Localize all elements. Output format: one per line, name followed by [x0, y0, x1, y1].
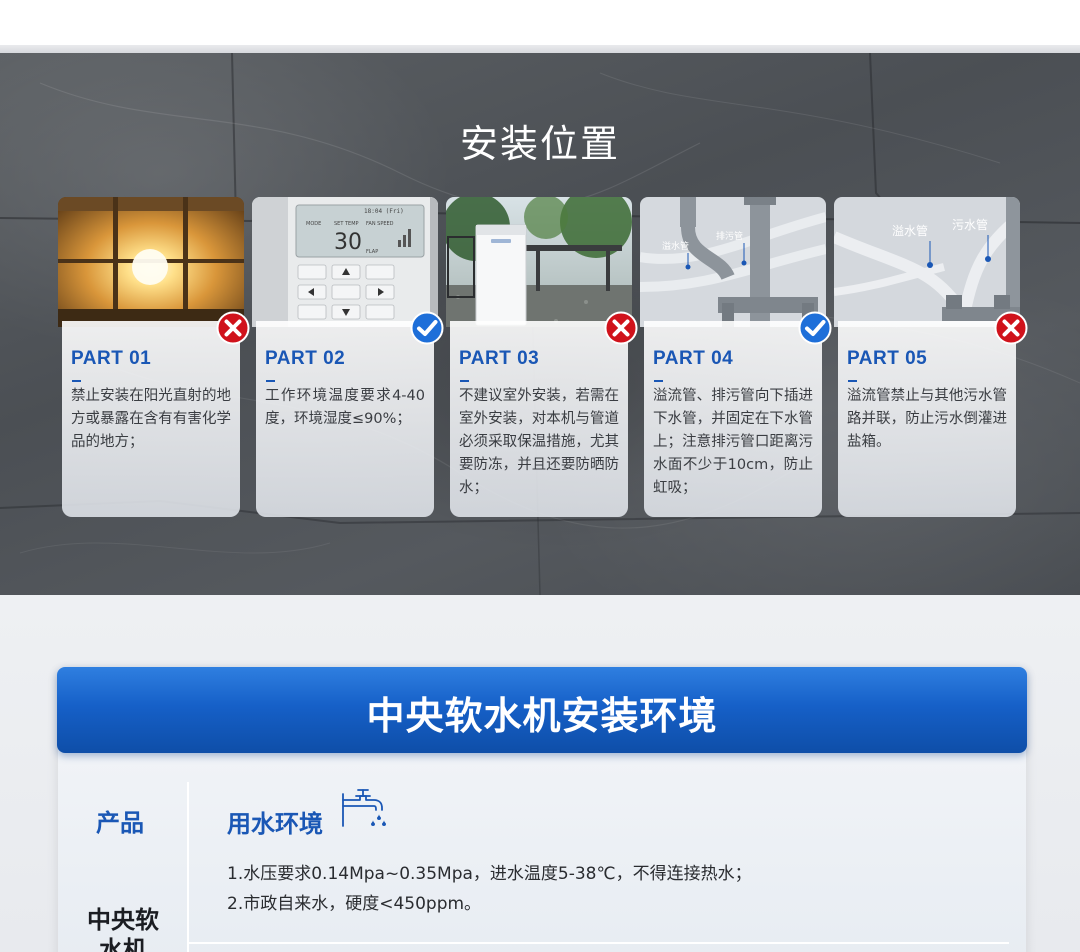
- allowed-check-icon: [410, 311, 444, 345]
- sewage-pipes-photo: 溢水管 污水管: [834, 197, 1020, 327]
- part-description: 不建议室外安装，若需在室外安装，对本机与管道必须采取保温措施，尤其要防冻，并且还…: [459, 388, 619, 496]
- part-label: PART 05: [847, 348, 928, 369]
- prohibited-icon: [604, 311, 638, 345]
- photo-label-drain: 排污管: [716, 230, 743, 242]
- install-card-02: 18:04 (Fri) MODE SET TEMP FAN SPEED 30 F…: [252, 197, 444, 517]
- top-strip: [0, 0, 1080, 45]
- thermostat-panel-photo: 18:04 (Fri) MODE SET TEMP FAN SPEED 30 F…: [252, 197, 438, 327]
- banner-title: 中央软水机安装环境: [366, 694, 718, 738]
- sunlight-window-photo: [58, 197, 244, 327]
- requirement-line-2: 2.市政自来水，硬度<450ppm。: [227, 894, 482, 914]
- row-divider: [189, 942, 1009, 944]
- part-dash: [654, 380, 663, 382]
- column-divider: [187, 782, 189, 952]
- drain-pipes-photo: 溢水管 排污管: [640, 197, 826, 327]
- photo-label-sewage: 污水管: [952, 217, 988, 232]
- card-body: PART 02 工作环境温度要求4-40度，环境湿度≤90%；: [256, 321, 434, 517]
- product-label: 产品: [96, 809, 144, 837]
- thermostat-temp-value: 30: [334, 230, 362, 255]
- part-label: PART 01: [71, 348, 152, 369]
- part-description: 溢流管禁止与其他污水管路并联，防止污水倒灌进盐箱。: [847, 388, 1007, 450]
- thermostat-mode: MODE: [306, 221, 321, 227]
- part-label: PART 03: [459, 348, 540, 369]
- prohibited-icon: [994, 311, 1028, 345]
- part-label: PART 04: [653, 348, 734, 369]
- install-card-05: 溢水管 污水管 PART 05 溢流管禁止与其他污水管路并联，防止污水倒灌进盐箱…: [834, 197, 1028, 517]
- part-description: 溢流管、排污管向下插进下水管，并固定在下水管上；注意排污管口距离污水面不少于10…: [653, 388, 813, 496]
- part-dash: [266, 380, 275, 382]
- install-location-section: 安装位置 PART 01 禁止安装在阳光直射的地方或暴露在含有有害化学品的地方；…: [0, 53, 1080, 595]
- card-body: PART 05 溢流管禁止与其他污水管路并联，防止污水倒灌进盐箱。: [838, 321, 1016, 517]
- card-body: PART 01 禁止安装在阳光直射的地方或暴露在含有有害化学品的地方；: [62, 321, 240, 517]
- part-label: PART 02: [265, 348, 346, 369]
- requirement-line-1: 1.水压要求0.14Mpa~0.35Mpa，进水温度5-38℃，不得连接热水；: [227, 864, 752, 884]
- thermostat-set-temp: SET TEMP: [334, 221, 359, 227]
- photo-label-overflow: 溢水管: [662, 240, 689, 252]
- part-dash: [460, 380, 469, 382]
- product-name: 中央软水机: [87, 906, 159, 952]
- photo-label-overflow: 溢水管: [892, 223, 928, 238]
- water-environment-label: 用水环境: [227, 810, 323, 838]
- part-dash: [72, 380, 81, 382]
- card-body: PART 03 不建议室外安装，若需在室外安装，对本机与管道必须采取保温措施，尤…: [450, 321, 628, 517]
- thermostat-flap: FLAP: [366, 249, 378, 255]
- part-description: 工作环境温度要求4-40度，环境湿度≤90%；: [265, 388, 425, 427]
- install-card-04: 溢水管 排污管 PART 04 溢流管、排污管向下插进下水管，并固定在下水管上；…: [640, 197, 832, 517]
- card-body: PART 04 溢流管、排污管向下插进下水管，并固定在下水管上；注意排污管口距离…: [644, 321, 822, 517]
- faucet-icon: [342, 789, 386, 827]
- thermostat-clock: 18:04 (Fri): [364, 208, 404, 215]
- install-card-03: PART 03 不建议室外安装，若需在室外安装，对本机与管道必须采取保温措施，尤…: [446, 197, 638, 517]
- allowed-check-icon: [798, 311, 832, 345]
- outdoor-unit-photo: [446, 197, 632, 327]
- part-description: 禁止安装在阳光直射的地方或暴露在含有有害化学品的地方；: [71, 388, 231, 450]
- install-card-01: PART 01 禁止安装在阳光直射的地方或暴露在含有有害化学品的地方；: [58, 197, 250, 517]
- thermostat-fan-speed: FAN SPEED: [366, 221, 394, 227]
- part-dash: [848, 380, 857, 382]
- top-shadow: [0, 45, 1080, 53]
- environment-section: [0, 595, 1080, 952]
- section-title: 安装位置: [459, 122, 620, 166]
- prohibited-icon: [216, 311, 250, 345]
- environment-banner: 中央软水机安装环境: [57, 667, 1027, 753]
